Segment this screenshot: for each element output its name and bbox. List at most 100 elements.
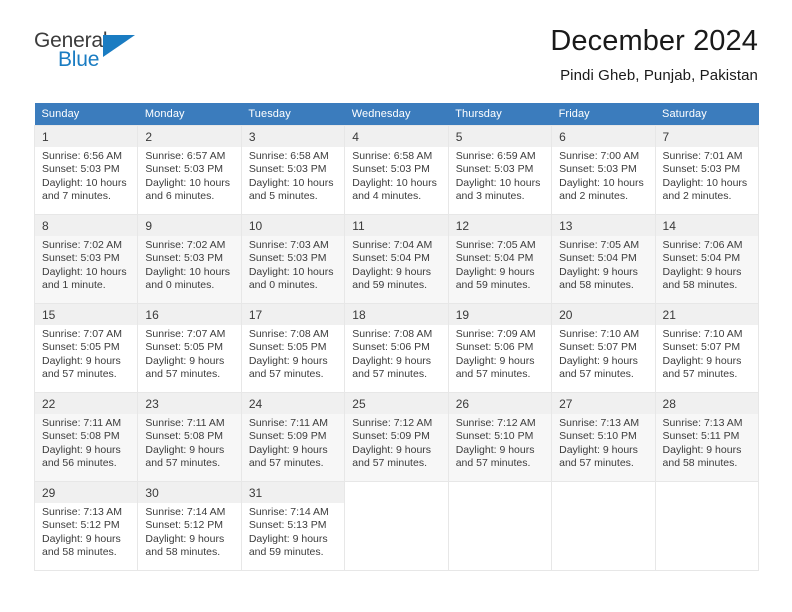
calendar-day-cell[interactable]: 25 Sunrise: 7:12 AM Sunset: 5:09 PM Dayligh… <box>344 392 449 482</box>
day-details: Sunrise: 7:02 AM Sunset: 5:03 PM Daylight:… <box>138 236 240 293</box>
daylight-text: Daylight: 10 hours and 1 minute. <box>42 265 127 292</box>
weekday-header-friday: Friday <box>551 103 656 126</box>
sunrise-text: Sunrise: 7:13 AM <box>42 506 122 518</box>
sunrise-text: Sunrise: 7:07 AM <box>145 328 226 340</box>
day-number: 29 <box>35 482 138 503</box>
daylight-text: Daylight: 10 hours and 2 minutes. <box>559 176 644 203</box>
day-details: Sunrise: 6:56 AM Sunset: 5:03 PM Daylight:… <box>35 147 137 204</box>
calendar-day-cell[interactable]: 27 Sunrise: 7:13 AM Sunset: 5:10 PM Dayligh… <box>551 392 656 482</box>
sunrise-sunset-calendar: Sunday Monday Tuesday Wednesday Thursday… <box>33 103 760 571</box>
calendar-day-cell[interactable]: 26 Sunrise: 7:12 AM Sunset: 5:10 PM Dayligh… <box>447 392 553 482</box>
sunset-text: Sunset: 5:03 PM <box>455 163 534 176</box>
calendar-day-cell[interactable]: 28 Sunrise: 7:13 AM Sunset: 5:11 PM Dayligh… <box>654 392 760 482</box>
day-number: 18 <box>345 304 448 325</box>
calendar-day-cell[interactable]: 31 Sunrise: 7:14 AM Sunset: 5:13 PM Dayligh… <box>240 481 346 571</box>
sunrise-text: Sunrise: 7:14 AM <box>145 506 226 518</box>
day-details: Sunrise: 7:07 AM Sunset: 5:05 PM Daylight:… <box>35 325 137 382</box>
day-number: 26 <box>448 393 552 414</box>
sunrise-text: Sunrise: 6:57 AM <box>145 150 226 162</box>
daylight-text: Daylight: 10 hours and 3 minutes. <box>455 176 541 203</box>
calendar-day-cell[interactable]: 2 Sunrise: 6:57 AM Sunset: 5:03 PM Daylight… <box>137 125 242 215</box>
daylight-text: Daylight: 9 hours and 56 minutes. <box>42 443 121 470</box>
calendar-day-cell[interactable]: 3 Sunrise: 6:58 AM Sunset: 5:03 PM Daylight… <box>240 125 346 215</box>
calendar-day-cell[interactable]: 7 Sunrise: 7:01 AM Sunset: 5:03 PM Daylight… <box>654 125 760 215</box>
day-details: Sunrise: 7:13 AM Sunset: 5:11 PM Daylight:… <box>656 414 758 471</box>
day-details: Sunrise: 6:58 AM Sunset: 5:03 PM Daylight:… <box>345 147 447 204</box>
calendar-day-cell[interactable]: 13 Sunrise: 7:05 AM Sunset: 5:04 PM Dayligh… <box>551 214 656 304</box>
day-number: 31 <box>241 482 345 503</box>
daylight-text: Daylight: 9 hours and 57 minutes. <box>145 443 225 470</box>
calendar-day-cell[interactable]: 8 Sunrise: 7:02 AM Sunset: 5:03 PM Daylight… <box>33 214 139 304</box>
day-details: Sunrise: 7:11 AM Sunset: 5:08 PM Daylight:… <box>35 414 137 471</box>
calendar-day-cell[interactable]: 17 Sunrise: 7:08 AM Sunset: 5:05 PM Dayligh… <box>240 303 346 393</box>
sunset-text: Sunset: 5:09 PM <box>248 430 327 443</box>
calendar-week-row: 8 Sunrise: 7:02 AM Sunset: 5:03 PM Daylight… <box>33 214 760 304</box>
daylight-text: Daylight: 10 hours and 0 minutes. <box>248 265 334 292</box>
day-number: 20 <box>552 304 655 325</box>
calendar-day-cell[interactable]: 12 Sunrise: 7:05 AM Sunset: 5:04 PM Dayligh… <box>447 214 553 304</box>
sunrise-text: Sunrise: 6:59 AM <box>455 150 536 162</box>
sunrise-text: Sunrise: 7:01 AM <box>662 150 743 162</box>
calendar-day-cell[interactable]: 9 Sunrise: 7:02 AM Sunset: 5:03 PM Daylight… <box>137 214 242 304</box>
sunrise-text: Sunrise: 7:14 AM <box>248 506 329 518</box>
weekday-header-saturday: Saturday <box>655 103 759 126</box>
calendar-day-cell[interactable]: 29 Sunrise: 7:13 AM Sunset: 5:12 PM Dayligh… <box>33 481 139 571</box>
calendar-day-cell[interactable]: 10 Sunrise: 7:03 AM Sunset: 5:03 PM Dayligh… <box>240 214 346 304</box>
calendar-day-cell[interactable]: 14 Sunrise: 7:06 AM Sunset: 5:04 PM Dayligh… <box>654 214 760 304</box>
calendar-day-cell[interactable]: 19 Sunrise: 7:09 AM Sunset: 5:06 PM Dayligh… <box>447 303 553 393</box>
calendar-day-cell[interactable]: 5 Sunrise: 6:59 AM Sunset: 5:03 PM Daylight… <box>447 125 553 215</box>
calendar-cell-empty <box>654 481 760 571</box>
day-details: Sunrise: 7:00 AM Sunset: 5:03 PM Daylight:… <box>552 147 654 204</box>
day-number: 24 <box>241 393 345 414</box>
calendar-cell-empty <box>344 481 449 571</box>
day-details: Sunrise: 7:01 AM Sunset: 5:03 PM Daylight:… <box>656 147 758 204</box>
calendar-day-cell[interactable]: 20 Sunrise: 7:10 AM Sunset: 5:07 PM Dayligh… <box>551 303 656 393</box>
daylight-text: Daylight: 9 hours and 57 minutes. <box>352 443 432 470</box>
daylight-text: Daylight: 9 hours and 57 minutes. <box>455 443 535 470</box>
sunset-text: Sunset: 5:05 PM <box>42 341 120 354</box>
sunset-text: Sunset: 5:05 PM <box>145 341 224 354</box>
day-details: Sunrise: 7:08 AM Sunset: 5:05 PM Daylight:… <box>242 325 344 382</box>
sunset-text: Sunset: 5:08 PM <box>145 430 224 443</box>
calendar-day-cell[interactable]: 22 Sunrise: 7:11 AM Sunset: 5:08 PM Dayligh… <box>33 392 139 482</box>
calendar-day-cell[interactable]: 21 Sunrise: 7:10 AM Sunset: 5:07 PM Dayligh… <box>654 303 760 393</box>
sunrise-text: Sunrise: 7:00 AM <box>559 150 640 162</box>
general-blue-logo[interactable]: General Blue <box>34 30 154 80</box>
sunset-text: Sunset: 5:03 PM <box>559 163 637 176</box>
day-details: Sunrise: 7:13 AM Sunset: 5:10 PM Daylight:… <box>552 414 654 471</box>
sunset-text: Sunset: 5:13 PM <box>248 519 327 532</box>
calendar-day-cell[interactable]: 1 Sunrise: 6:56 AM Sunset: 5:03 PM Daylight… <box>33 125 139 215</box>
day-details: Sunrise: 7:13 AM Sunset: 5:12 PM Daylight:… <box>35 503 137 560</box>
sunrise-text: Sunrise: 7:11 AM <box>145 417 225 429</box>
calendar-day-cell[interactable]: 6 Sunrise: 7:00 AM Sunset: 5:03 PM Daylight… <box>551 125 656 215</box>
calendar-header-row: Sunday Monday Tuesday Wednesday Thursday… <box>34 103 759 126</box>
sunset-text: Sunset: 5:04 PM <box>662 252 741 265</box>
calendar-day-cell[interactable]: 30 Sunrise: 7:14 AM Sunset: 5:12 PM Dayligh… <box>137 481 242 571</box>
calendar-day-cell[interactable]: 18 Sunrise: 7:08 AM Sunset: 5:06 PM Dayligh… <box>344 303 449 393</box>
calendar-day-cell[interactable]: 24 Sunrise: 7:11 AM Sunset: 5:09 PM Dayligh… <box>240 392 346 482</box>
sunset-text: Sunset: 5:10 PM <box>455 430 534 443</box>
day-number: 15 <box>35 304 138 325</box>
sunset-text: Sunset: 5:03 PM <box>248 163 327 176</box>
calendar-day-cell[interactable]: 23 Sunrise: 7:11 AM Sunset: 5:08 PM Dayligh… <box>137 392 242 482</box>
sunset-text: Sunset: 5:12 PM <box>42 519 120 532</box>
calendar-day-cell[interactable]: 16 Sunrise: 7:07 AM Sunset: 5:05 PM Dayligh… <box>137 303 242 393</box>
calendar-day-cell[interactable]: 4 Sunrise: 6:58 AM Sunset: 5:03 PM Daylight… <box>344 125 449 215</box>
day-details: Sunrise: 7:06 AM Sunset: 5:04 PM Daylight:… <box>656 236 758 293</box>
daylight-text: Daylight: 9 hours and 58 minutes. <box>662 265 742 292</box>
daylight-text: Daylight: 10 hours and 2 minutes. <box>662 176 748 203</box>
sunset-text: Sunset: 5:03 PM <box>248 252 327 265</box>
day-details: Sunrise: 6:58 AM Sunset: 5:03 PM Daylight:… <box>242 147 344 204</box>
daylight-text: Daylight: 10 hours and 6 minutes. <box>145 176 231 203</box>
calendar-day-cell[interactable]: 11 Sunrise: 7:04 AM Sunset: 5:04 PM Dayligh… <box>344 214 449 304</box>
sunrise-text: Sunrise: 7:08 AM <box>248 328 329 340</box>
day-details: Sunrise: 7:05 AM Sunset: 5:04 PM Daylight:… <box>449 236 551 293</box>
day-details: Sunrise: 7:10 AM Sunset: 5:07 PM Daylight:… <box>656 325 758 382</box>
daylight-text: Daylight: 9 hours and 58 minutes. <box>42 532 121 559</box>
day-number: 5 <box>448 126 552 147</box>
sunset-text: Sunset: 5:04 PM <box>559 252 637 265</box>
calendar-cell-empty <box>447 481 553 571</box>
sunrise-text: Sunrise: 7:13 AM <box>662 417 743 429</box>
calendar-week-row: 1 Sunrise: 6:56 AM Sunset: 5:03 PM Daylight… <box>33 125 760 215</box>
calendar-day-cell[interactable]: 15 Sunrise: 7:07 AM Sunset: 5:05 PM Dayligh… <box>33 303 139 393</box>
